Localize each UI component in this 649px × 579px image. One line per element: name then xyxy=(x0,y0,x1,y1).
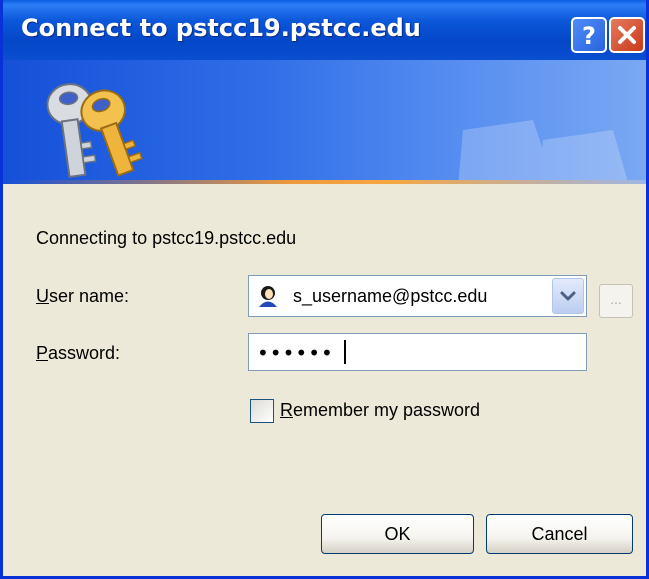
username-dropdown-button[interactable] xyxy=(552,278,584,314)
help-icon: ? xyxy=(582,22,596,50)
username-combobox[interactable]: s_username@pstcc.edu xyxy=(248,275,587,317)
password-label: Password: xyxy=(36,343,121,363)
keys-icon xyxy=(46,83,143,179)
cancel-button[interactable]: Cancel xyxy=(486,514,633,554)
window-title: Connect to pstcc19.pstcc.edu xyxy=(21,14,421,42)
browse-button[interactable]: ... xyxy=(599,284,633,318)
username-value: s_username@pstcc.edu xyxy=(293,286,488,306)
dialog-window: Connect to pstcc19.pstcc.edu ? Connectin… xyxy=(0,0,649,579)
close-icon xyxy=(618,26,636,44)
remember-password-checkbox[interactable] xyxy=(250,399,274,423)
svg-text:?: ? xyxy=(582,22,596,50)
keys-watermark-icon xyxy=(458,120,629,183)
ok-button[interactable]: OK xyxy=(321,514,474,554)
text-caret xyxy=(344,340,346,364)
chevron-down-icon xyxy=(560,291,576,301)
header-banner xyxy=(3,60,646,183)
username-label: User name: xyxy=(36,286,130,306)
close-button[interactable] xyxy=(609,17,645,53)
connecting-text: Connecting to pstcc19.pstcc.edu xyxy=(36,228,297,248)
user-icon xyxy=(259,286,277,307)
help-button[interactable]: ? xyxy=(571,17,607,53)
remember-password-label[interactable]: Remember my password xyxy=(280,400,480,421)
password-value: •••••• xyxy=(257,341,334,365)
title-bar[interactable]: Connect to pstcc19.pstcc.edu ? xyxy=(3,0,646,60)
password-field[interactable]: •••••• xyxy=(248,333,587,371)
